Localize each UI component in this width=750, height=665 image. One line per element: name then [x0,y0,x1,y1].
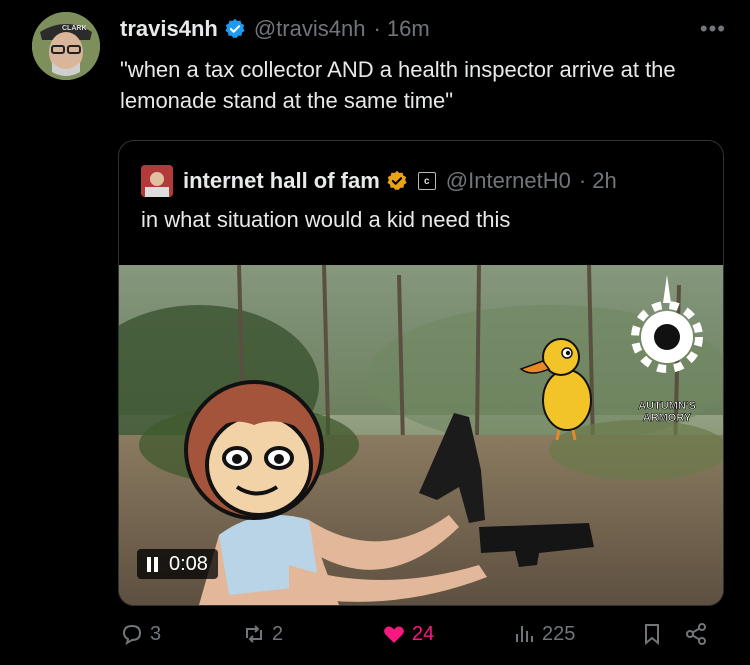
share-icon [686,623,706,645]
author-handle[interactable]: @travis4nh [254,16,366,42]
author-name[interactable]: travis4nh [120,16,218,42]
reply-button[interactable]: 3 [120,622,161,646]
bookmark-button[interactable] [640,622,670,646]
repost-icon [246,625,262,643]
repost-count: 2 [272,622,284,645]
tweet-header: travis4nh @travis4nh · 16m ••• [120,16,730,42]
views-icon [516,626,533,642]
svg-text:ARMORY: ARMORY [643,412,692,424]
ellipsis-icon[interactable]: ••• [700,16,726,42]
svg-text:AUTUMN'S: AUTUMN'S [638,400,696,412]
verified-badge-icon [225,18,245,39]
video-player[interactable]: AUTUMN'S ARMORY 0:08 [119,264,723,605]
view-count: 225 [542,622,576,645]
author-avatar[interactable]: CLARK [32,12,100,80]
bookmark-icon [645,624,659,646]
quoted-header: internet hall of fam c @InternetH0 · 2h [141,165,617,197]
quoted-handle[interactable]: @InternetH0 [446,168,571,194]
like-button[interactable]: 24 [382,622,434,646]
svg-text:CLARK: CLARK [62,25,87,32]
tweet-text: "when a tax collector AND a health inspe… [120,57,676,113]
gold-verified-badge-icon [387,170,407,191]
reply-count: 3 [150,622,162,645]
quoted-tweet[interactable]: internet hall of fam c @InternetH0 · 2h … [118,140,724,606]
share-button[interactable] [684,622,714,646]
quoted-author-name[interactable]: internet hall of fam [183,168,380,194]
cartoon-face-sticker [184,380,324,520]
quoted-timestamp[interactable]: · 2h [579,168,617,194]
quoted-text: in what situation would a kid need this [141,207,511,232]
like-count: 24 [412,622,435,645]
tweet-timestamp[interactable]: · 16m [373,16,429,42]
video-timestamp[interactable]: 0:08 [137,549,218,579]
repost-button[interactable]: 2 [242,622,283,646]
views-button[interactable]: 225 [512,622,575,646]
reply-icon [122,624,142,646]
action-bar: 3 2 24 225 [120,622,730,656]
affiliate-badge[interactable]: c [417,172,436,190]
quoted-avatar[interactable] [141,165,173,197]
heart-icon [384,626,404,643]
video-time-label: 0:08 [169,552,208,575]
pause-icon[interactable] [147,556,159,572]
